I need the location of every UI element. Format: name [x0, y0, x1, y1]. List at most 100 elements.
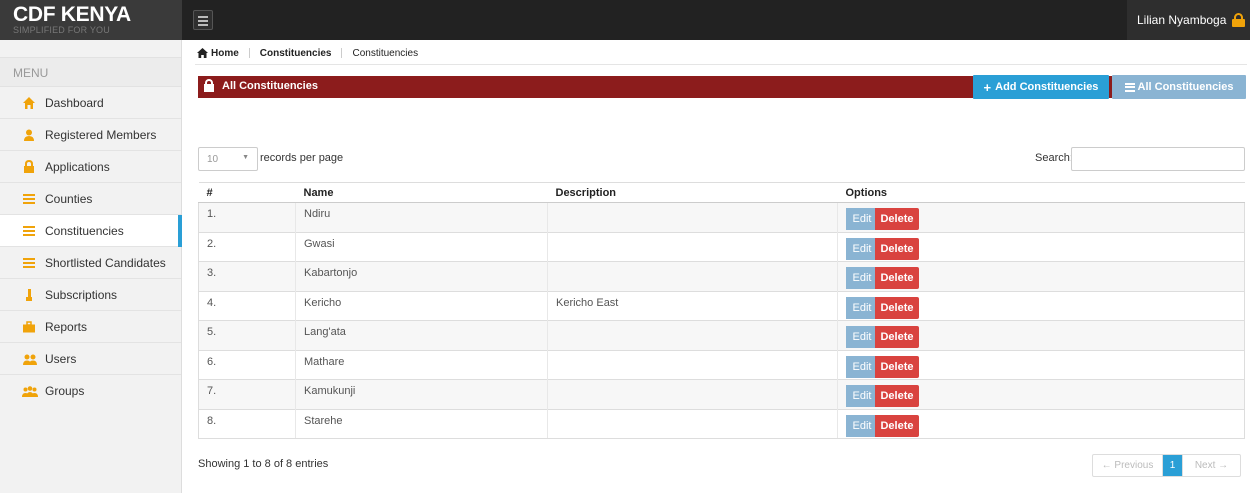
sidebar-item-reports[interactable]: Reports — [0, 311, 181, 343]
row-number: 4. — [198, 290, 296, 321]
sidebar-item-registered-members[interactable]: Registered Members — [0, 119, 181, 151]
row-options: Edit Delete — [837, 379, 1245, 409]
row-number: 7. — [198, 379, 296, 409]
breadcrumb-section[interactable]: Constituencies — [260, 48, 332, 59]
main-content: Home Constituencies Constituencies All C… — [185, 40, 1250, 493]
sidebar-item-applications[interactable]: Applications — [0, 151, 181, 183]
table-row: 5. Lang'ata Edit Delete — [198, 320, 1245, 350]
row-description — [547, 231, 838, 262]
row-description — [547, 320, 838, 350]
edit-button[interactable]: Edit — [846, 237, 878, 260]
search-label: Search: — [1035, 152, 1073, 164]
chevron-down-icon: ▼ — [242, 154, 249, 161]
row-description — [547, 379, 838, 409]
table-row: 6. Mathare Edit Delete — [198, 349, 1245, 380]
sidebar-item-dashboard[interactable]: Dashboard — [0, 87, 181, 119]
row-options: Edit Delete — [837, 202, 1245, 232]
table-row: 1. Ndiru Edit Delete — [198, 202, 1245, 232]
lock-icon — [204, 79, 214, 93]
delete-button[interactable]: Delete — [875, 267, 919, 289]
table-header-row: # Name Description Options — [198, 182, 1245, 203]
sidebar-item-counties[interactable]: Counties — [0, 183, 181, 215]
row-name: Kericho — [295, 290, 548, 321]
edit-button[interactable]: Edit — [846, 326, 878, 348]
menu-toggle-button[interactable] — [193, 10, 213, 30]
breadcrumb-separator — [248, 48, 250, 58]
column-header-name[interactable]: Name — [295, 182, 548, 203]
pagination-previous[interactable]: ← Previous — [1093, 455, 1163, 476]
home-icon — [197, 48, 208, 58]
column-header-number[interactable]: # — [198, 182, 296, 203]
table-info: Showing 1 to 8 of 8 entries — [198, 458, 329, 470]
row-options: Edit Delete — [837, 349, 1245, 380]
delete-button[interactable]: Delete — [875, 296, 919, 319]
row-name: Starehe — [295, 408, 548, 439]
records-per-page-select[interactable]: 10 ▼ — [198, 147, 258, 171]
table-row: 7. Kamukunji Edit Delete — [198, 379, 1245, 409]
list-icon — [22, 224, 36, 238]
row-number: 8. — [198, 408, 296, 439]
delete-button[interactable]: Delete — [875, 326, 919, 348]
panel-title: All Constituencies — [222, 80, 318, 92]
all-constituencies-label: All Constituencies — [1137, 81, 1234, 93]
delete-button[interactable]: Delete — [875, 237, 919, 260]
edit-button[interactable]: Edit — [846, 267, 878, 289]
breadcrumb-separator — [341, 48, 343, 58]
delete-button[interactable]: Delete — [875, 385, 919, 407]
sidebar-item-groups[interactable]: Groups — [0, 375, 181, 407]
sidebar: MENU Dashboard Registered Members Applic… — [0, 40, 182, 493]
sidebar-item-label: Reports — [45, 319, 88, 334]
row-description: Kericho East — [547, 290, 838, 321]
edit-button[interactable]: Edit — [846, 414, 878, 437]
table-row: 3. Kabartonjo Edit Delete — [198, 261, 1245, 291]
row-name: Gwasi — [295, 231, 548, 262]
breadcrumb-home-label: Home — [211, 47, 239, 59]
row-options: Edit Delete — [837, 290, 1245, 321]
sidebar-item-shortlisted-candidates[interactable]: Shortlisted Candidates — [0, 247, 181, 279]
delete-button[interactable]: Delete — [875, 208, 919, 230]
pagination-page-1[interactable]: 1 — [1163, 455, 1182, 476]
brand-logo[interactable]: CDF KENYA SIMPLIFIED FOR YOU — [0, 0, 182, 40]
table-row: 2. Gwasi Edit Delete — [198, 231, 1245, 262]
sidebar-item-subscriptions[interactable]: Subscriptions — [0, 279, 181, 311]
sidebar-item-label: Shortlisted Candidates — [45, 255, 166, 270]
breadcrumb-current: Constituencies — [352, 47, 419, 59]
breadcrumb: Home Constituencies Constituencies — [197, 46, 418, 60]
plus-icon: + — [983, 79, 992, 95]
sidebar-item-label: Users — [45, 351, 77, 366]
edit-button[interactable]: Edit — [846, 355, 878, 378]
users-icon — [22, 352, 37, 366]
row-description — [547, 202, 838, 232]
edit-button[interactable]: Edit — [846, 208, 878, 230]
row-number: 1. — [198, 202, 296, 232]
top-navbar: CDF KENYA SIMPLIFIED FOR YOU Lilian Nyam… — [0, 0, 1250, 40]
column-header-options: Options — [837, 182, 1245, 203]
row-options: Edit Delete — [837, 408, 1245, 439]
sidebar-item-users[interactable]: Users — [0, 343, 181, 375]
group-icon — [22, 384, 38, 398]
row-description — [547, 349, 838, 380]
sidebar-item-constituencies[interactable]: Constituencies — [0, 215, 182, 247]
sidebar-item-label: Counties — [45, 191, 93, 206]
records-per-page-value: 10 — [207, 153, 219, 165]
column-header-description[interactable]: Description — [547, 182, 838, 203]
records-per-page-label: records per page — [260, 152, 344, 164]
pagination-next[interactable]: Next → — [1182, 455, 1240, 476]
search-input[interactable] — [1071, 147, 1245, 171]
delete-button[interactable]: Delete — [875, 414, 919, 437]
user-icon — [22, 128, 36, 142]
list-icon — [1124, 82, 1135, 92]
edit-button[interactable]: Edit — [846, 385, 878, 407]
briefcase-icon — [22, 320, 36, 334]
all-constituencies-button[interactable]: All Constituencies — [1112, 75, 1246, 99]
row-options: Edit Delete — [837, 320, 1245, 350]
user-menu[interactable]: Lilian Nyamboga — [1127, 0, 1250, 40]
list-icon — [22, 192, 36, 206]
edit-button[interactable]: Edit — [846, 296, 878, 319]
row-description — [547, 261, 838, 291]
add-constituencies-button[interactable]: + Add Constituencies — [973, 75, 1109, 99]
breadcrumb-home[interactable]: Home — [197, 48, 239, 59]
delete-button[interactable]: Delete — [875, 355, 919, 378]
row-number: 3. — [198, 261, 296, 291]
row-options: Edit Delete — [837, 261, 1245, 291]
